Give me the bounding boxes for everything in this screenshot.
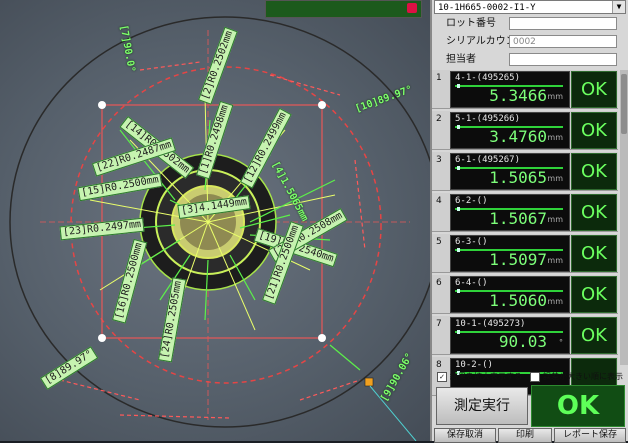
measurement-view[interactable]: [7]90.0° [10]89.97° [14]R0.2502mm [2]R0.…: [0, 0, 430, 441]
checkbox-enlarge-box[interactable]: ✓: [437, 371, 447, 382]
result-row[interactable]: 1 4-1-(495265) 5.3466 mm OK: [432, 70, 618, 109]
result-value: 3.4760: [489, 127, 547, 146]
result-unit: °: [559, 338, 563, 347]
run-measurement-button[interactable]: 測定実行: [436, 387, 528, 425]
operator-field[interactable]: [509, 53, 617, 66]
result-unit: mm: [547, 92, 563, 101]
result-display: 6-4-() 1.5060 mm: [450, 276, 570, 313]
result-unit: mm: [547, 256, 563, 265]
result-name: 6-2-(): [455, 196, 488, 206]
overall-status-display: OK: [531, 385, 625, 427]
scrollbar-thumb[interactable]: [621, 74, 627, 134]
result-name: 6-3-(): [455, 237, 488, 247]
status-bar: [265, 0, 422, 18]
checkbox-large-error-box[interactable]: [530, 371, 540, 382]
result-name: 4-1-(495265): [455, 73, 521, 83]
result-display: 4-1-(495265) 5.3466 mm: [450, 71, 570, 108]
result-value: 1.5065: [489, 168, 547, 187]
result-index: 3: [436, 155, 442, 165]
result-row[interactable]: 5 6-3-() 1.5097 mm OK: [432, 234, 618, 273]
lot-number-label: ロット番号: [446, 18, 496, 29]
part-number-select[interactable]: 10-1H665-0002-I1-Y ▼: [434, 0, 626, 14]
result-unit: mm: [547, 174, 563, 183]
result-name: 5-1-(495266): [455, 114, 521, 124]
result-index: 2: [436, 114, 442, 124]
result-status: OK: [571, 317, 617, 354]
result-index: 8: [436, 360, 442, 370]
result-value: 1.5097: [489, 250, 547, 269]
result-value: 1.5067: [489, 209, 547, 228]
result-index: 6: [436, 278, 442, 288]
result-row[interactable]: 4 6-2-() 1.5067 mm OK: [432, 193, 618, 232]
result-index: 4: [436, 196, 442, 206]
result-index: 7: [436, 319, 442, 329]
result-index: 1: [436, 73, 442, 83]
result-unit: mm: [547, 215, 563, 224]
result-row[interactable]: 7 10-1-(495273) 90.03 ° OK: [432, 316, 618, 355]
result-display: 10-1-(495273) 90.03 °: [450, 317, 570, 354]
result-unit: mm: [547, 297, 563, 306]
result-unit: mm: [547, 133, 563, 142]
enlarge-label: 結果を拡大表示する: [450, 372, 522, 381]
enlarge-checkbox[interactable]: ✓ 結果を拡大表示する: [437, 371, 522, 383]
result-name: 6-1-(495267): [455, 155, 521, 165]
result-row[interactable]: 3 6-1-(495267) 1.5065 mm OK: [432, 152, 618, 191]
operator-label: 担当者: [446, 54, 476, 65]
result-name: 6-4-(): [455, 278, 488, 288]
result-name: 10-2-(): [455, 360, 493, 370]
result-value: 1.5060: [489, 291, 547, 310]
lot-number-field[interactable]: [509, 17, 617, 30]
result-display: 6-2-() 1.5067 mm: [450, 194, 570, 231]
result-value: 90.03: [498, 332, 547, 351]
alarm-led-icon: [407, 3, 417, 13]
results-scrollbar[interactable]: [620, 70, 628, 365]
result-display: 6-3-() 1.5097 mm: [450, 235, 570, 272]
result-status: OK: [571, 71, 617, 108]
large-error-checkbox[interactable]: 誤差が大きい順に表示する: [530, 371, 628, 393]
result-status: OK: [571, 194, 617, 231]
result-display: 6-1-(495267) 1.5065 mm: [450, 153, 570, 190]
result-value: 5.3466: [489, 86, 547, 105]
serial-counter-field[interactable]: 0002: [509, 35, 617, 48]
chevron-down-icon[interactable]: ▼: [612, 1, 625, 13]
part-number-value: 10-1H665-0002-I1-Y: [438, 3, 536, 13]
result-status: OK: [571, 276, 617, 313]
result-status: OK: [571, 153, 617, 190]
result-status: OK: [571, 112, 617, 149]
result-index: 5: [436, 237, 442, 247]
result-name: 10-1-(495273): [455, 319, 526, 329]
result-row[interactable]: 2 5-1-(495266) 3.4760 mm OK: [432, 111, 618, 150]
result-status: OK: [571, 235, 617, 272]
result-display: 5-1-(495266) 3.4760 mm: [450, 112, 570, 149]
result-row[interactable]: 6 6-4-() 1.5060 mm OK: [432, 275, 618, 314]
